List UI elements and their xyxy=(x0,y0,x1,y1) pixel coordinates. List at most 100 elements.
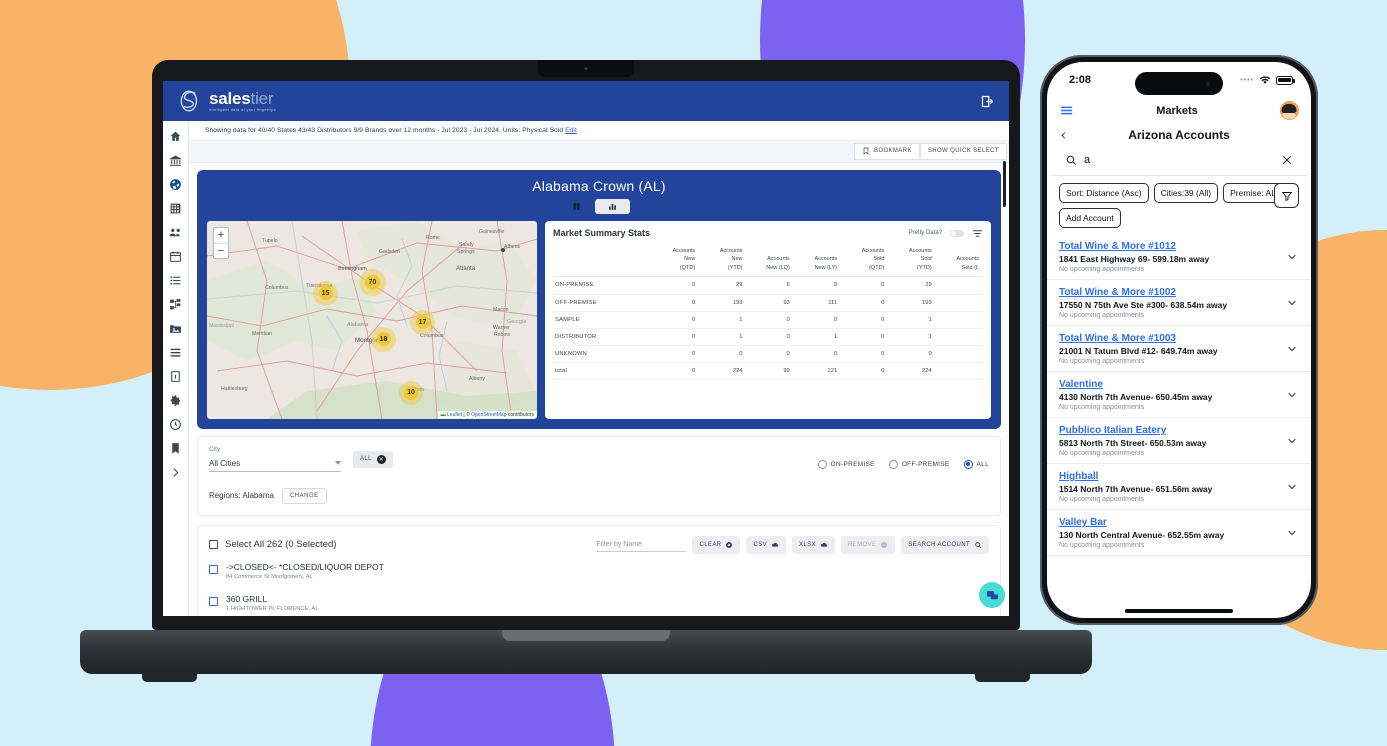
phone-section-title: Arizona Accounts xyxy=(1128,128,1230,142)
phone-filter-chips: Sort: Distance (Asc) Cities:39 (All) Premi… xyxy=(1047,176,1311,234)
phone-account-item[interactable]: Highball 1514 North 7th Avenue- 651.56m a… xyxy=(1047,464,1311,510)
pretty-data-toggle[interactable] xyxy=(950,229,964,237)
change-region-button[interactable]: CHANGE xyxy=(281,487,327,504)
all-cities-chip[interactable]: ALL ✕ xyxy=(353,450,393,468)
filter-icon[interactable] xyxy=(972,228,983,239)
phone-account-item[interactable]: Total Wine & More #1003 21001 N Tatum Blv… xyxy=(1047,326,1311,372)
bookmark-icon[interactable] xyxy=(169,442,182,455)
phone-chip-add-account[interactable]: Add Account xyxy=(1059,208,1121,228)
filter-by-name-input[interactable] xyxy=(596,537,687,552)
gallery-icon[interactable] xyxy=(169,322,182,335)
hamburger-icon[interactable] xyxy=(1059,103,1074,118)
map-zoom-out-button[interactable]: − xyxy=(214,242,228,258)
table-cell: 121 xyxy=(793,362,842,381)
globe-icon[interactable] xyxy=(169,178,182,191)
clear-button[interactable]: CLEAR xyxy=(692,535,741,554)
account-row[interactable]: ->CLOSED<- *CLOSED/LIQUOR DEPOT 84 Commer… xyxy=(209,554,989,586)
chevron-down-icon[interactable] xyxy=(1286,343,1298,355)
funnel-filter-button[interactable] xyxy=(1274,183,1299,208)
clear-x-icon[interactable] xyxy=(1281,154,1293,166)
premise-radio-on-premise[interactable]: ON-PREMISE xyxy=(817,459,875,469)
xlsx-button[interactable]: XLSX xyxy=(792,535,835,554)
tab-chart-view[interactable] xyxy=(595,198,630,214)
phone-account-name[interactable]: Total Wine & More #1003 xyxy=(1059,333,1299,344)
calendar-icon[interactable] xyxy=(169,250,182,263)
phone-account-item[interactable]: Pubblico Italian Eatery 5813 North 7th St… xyxy=(1047,418,1311,464)
map-cluster-marker[interactable]: 17 xyxy=(410,309,435,335)
phone-account-name[interactable]: Total Wine & More #1002 xyxy=(1059,287,1299,298)
chevron-down-icon[interactable] xyxy=(1286,297,1298,309)
building-icon[interactable] xyxy=(169,202,182,215)
table-cell: 0 xyxy=(793,345,842,363)
map-zoom-controls[interactable]: + − xyxy=(213,226,229,259)
page-scrollbar[interactable] xyxy=(1003,161,1006,207)
phone-account-appointments: No upcoming appointments xyxy=(1059,312,1145,319)
clock-icon[interactable] xyxy=(169,418,182,431)
laptop-foot-left xyxy=(142,674,197,682)
search-icon xyxy=(975,542,982,549)
phone-account-name[interactable]: Valentine xyxy=(1059,379,1299,390)
tab-book-view[interactable] xyxy=(568,199,585,214)
filters-row: City All Cities ALL ✕ ON-PREMISE OFF-PRE… xyxy=(209,446,989,472)
edit-link[interactable]: Edit xyxy=(565,127,577,134)
chevron-down-icon[interactable] xyxy=(1286,251,1298,263)
bank-icon[interactable] xyxy=(169,154,182,167)
map-zoom-in-button[interactable]: + xyxy=(214,228,228,243)
avatar[interactable] xyxy=(1279,101,1299,120)
logout-icon[interactable] xyxy=(980,94,995,109)
filters-panel: City All Cities ALL ✕ ON-PREMISE OFF-PRE… xyxy=(197,435,1001,516)
premise-radio-all[interactable]: ALL xyxy=(963,459,989,469)
map-cluster-marker[interactable]: 15 xyxy=(313,280,338,306)
chevron-right-icon[interactable] xyxy=(169,466,182,479)
phone-chip-sort-distance-asc[interactable]: Sort: Distance (Asc) xyxy=(1059,183,1149,203)
stats-header: Market Summary Stats Pretty Data? xyxy=(553,228,983,239)
leaflet-link[interactable]: Leaflet xyxy=(447,412,462,418)
accounts-map[interactable]: + − Tupelo Columbus Meridian Mississippi Hat… xyxy=(207,220,537,419)
phone-account-item[interactable]: Total Wine & More #1002 17550 N 75th Ave … xyxy=(1047,280,1311,326)
table-cell: 93 xyxy=(746,294,794,312)
account-list-tools: CLEAR CSV XLSX REMOVE SEARCH ACCOUNT xyxy=(596,535,989,554)
map-cluster-marker[interactable]: 70 xyxy=(359,268,386,296)
phone-account-name[interactable]: Highball xyxy=(1059,471,1299,482)
phone-account-name[interactable]: Valley Bar xyxy=(1059,517,1299,528)
chat-widget-button[interactable] xyxy=(979,582,1005,608)
city-select[interactable]: All Cities xyxy=(209,456,341,472)
map-cluster-marker[interactable]: 18 xyxy=(371,326,396,352)
chevron-down-icon[interactable] xyxy=(1286,389,1298,401)
hierarchy-icon[interactable] xyxy=(169,298,182,311)
phone-search-input[interactable] xyxy=(1084,154,1274,166)
phone-account-item[interactable]: Total Wine & More #1012 1841 East Highway… xyxy=(1047,234,1311,280)
chevron-down-icon[interactable] xyxy=(1286,527,1298,539)
people-icon[interactable] xyxy=(169,226,182,239)
table-cell: 1 xyxy=(793,328,842,346)
premise-radio-off-premise[interactable]: OFF-PREMISE xyxy=(888,459,950,469)
osm-link[interactable]: OpenStreetMap xyxy=(471,412,506,418)
select-all-row[interactable]: Select All 262 (0 Selected) xyxy=(209,539,336,550)
account-checkbox[interactable] xyxy=(209,564,218,574)
phone-account-name[interactable]: Pubblico Italian Eatery xyxy=(1059,425,1299,436)
show-quick-select-button[interactable]: SHOW QUICK SELECT xyxy=(919,142,1007,160)
list-icon[interactable] xyxy=(169,274,182,287)
phone-account-item[interactable]: Valentine 4130 North 7th Avenue- 650.45m … xyxy=(1047,372,1311,418)
signal-dots-icon: •••• xyxy=(1240,76,1254,84)
clear-chip-icon[interactable]: ✕ xyxy=(376,454,386,464)
chevron-down-icon[interactable] xyxy=(1286,435,1298,447)
phone-account-name[interactable]: Total Wine & More #1012 xyxy=(1059,241,1299,252)
account-row[interactable]: 360 GRILL 1 HIGHTOWER PL FLORENCE, AL xyxy=(209,586,989,616)
account-checkbox[interactable] xyxy=(209,596,218,606)
gear-icon[interactable] xyxy=(169,394,182,407)
select-all-checkbox[interactable] xyxy=(209,540,218,550)
phone-account-item[interactable]: Valley Bar 130 North Central Avenue- 652.… xyxy=(1047,510,1311,556)
funnel-icon xyxy=(1281,191,1292,201)
bookmark-button[interactable]: BOOKMARK xyxy=(853,142,920,160)
map-cluster-marker[interactable]: 10 xyxy=(399,380,423,405)
home-icon[interactable] xyxy=(169,130,182,143)
account-list-header: Select All 262 (0 Selected) CLEAR CSV XLSX… xyxy=(209,535,989,554)
brand-logo[interactable]: salestier intelligent data at your finge… xyxy=(177,88,276,114)
chevron-down-icon[interactable] xyxy=(1286,481,1298,493)
menu-list-icon[interactable] xyxy=(169,346,182,359)
search-account-button[interactable]: SEARCH ACCOUNT xyxy=(901,535,989,554)
phone-chip-cities-39-all[interactable]: Cities:39 (All) xyxy=(1153,183,1219,203)
info-icon[interactable] xyxy=(169,370,182,383)
csv-button[interactable]: CSV xyxy=(746,535,787,554)
